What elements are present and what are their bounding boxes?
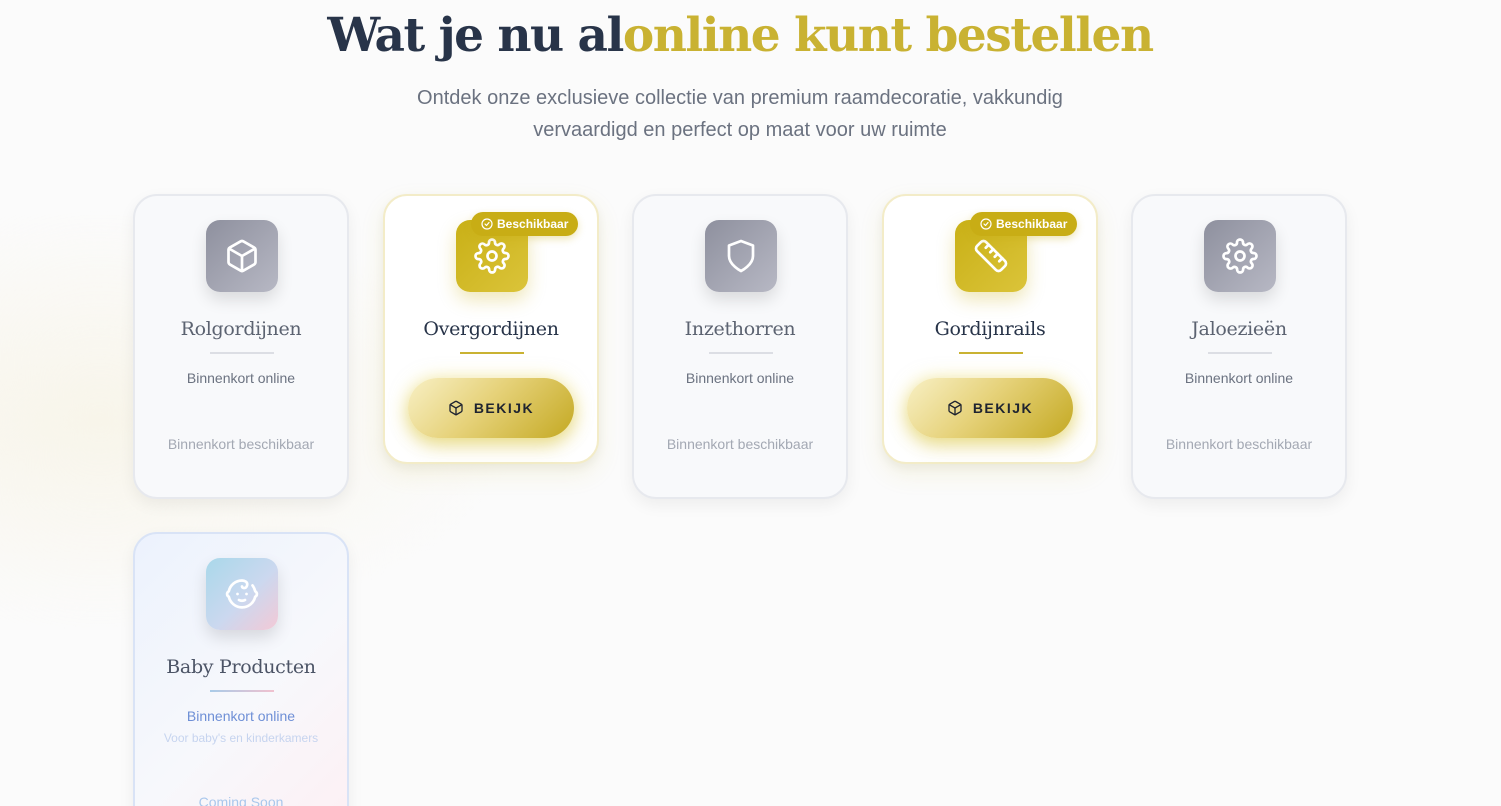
product-status: Binnenkort online bbox=[1184, 370, 1294, 386]
button-label: BEKIJK bbox=[473, 400, 535, 416]
product-title: Overgordijnen bbox=[423, 318, 559, 340]
page-title: Wat je nu alonline kunt bestellen bbox=[0, 6, 1480, 66]
package-icon bbox=[449, 400, 463, 416]
title-underline bbox=[210, 352, 274, 354]
page-title-part2: online kunt bestellen bbox=[622, 8, 1154, 63]
product-status: Binnenkort online bbox=[186, 708, 296, 724]
product-title: Gordijnrails bbox=[934, 318, 1046, 340]
title-underline bbox=[959, 352, 1023, 354]
product-title: Inzethorren bbox=[684, 318, 796, 340]
product-card-overgordijnen: Beschikbaar Overgordijnen BEKIJK bbox=[383, 194, 599, 464]
button-label: BEKIJK bbox=[972, 400, 1034, 416]
product-card-rolgordijnen: Rolgordijnen Binnenkort online Binnenkor… bbox=[133, 194, 349, 499]
title-underline bbox=[210, 690, 274, 692]
title-underline bbox=[460, 352, 524, 354]
check-circle-icon bbox=[481, 218, 493, 230]
box-icon bbox=[206, 220, 278, 292]
title-underline bbox=[1208, 352, 1272, 354]
availability-note: Binnenkort beschikbaar bbox=[666, 436, 814, 452]
baby-icon bbox=[206, 558, 278, 630]
product-title: Rolgordijnen bbox=[180, 318, 302, 340]
product-card-inzethorren: Inzethorren Binnenkort online Binnenkort… bbox=[632, 194, 848, 499]
availability-note: Binnenkort beschikbaar bbox=[1165, 436, 1313, 452]
availability-badge: Beschikbaar bbox=[471, 212, 579, 236]
product-title: Baby Producten bbox=[166, 656, 316, 678]
badge-label: Beschikbaar bbox=[996, 217, 1068, 231]
product-description: Voor baby's en kinderkamers bbox=[163, 731, 319, 745]
bekijk-button[interactable]: BEKIJK bbox=[907, 378, 1073, 438]
product-status: Binnenkort online bbox=[186, 370, 296, 386]
product-title: Jaloezieën bbox=[1191, 318, 1287, 340]
page-subtitle: Ontdek onze exclusieve collectie van pre… bbox=[417, 87, 1063, 141]
check-circle-icon bbox=[980, 218, 992, 230]
product-card-jaloezieen: Jaloezieën Binnenkort online Binnenkort … bbox=[1131, 194, 1347, 499]
gear-icon bbox=[1204, 220, 1276, 292]
product-status: Binnenkort online bbox=[685, 370, 795, 386]
bekijk-button[interactable]: BEKIJK bbox=[408, 378, 574, 438]
availability-note: Coming Soon bbox=[198, 794, 284, 806]
shield-icon bbox=[705, 220, 777, 292]
availability-note: Binnenkort beschikbaar bbox=[167, 436, 315, 452]
availability-badge: Beschikbaar bbox=[970, 212, 1078, 236]
package-icon bbox=[948, 400, 962, 416]
product-card-baby-producten: Baby Producten Binnenkort online Voor ba… bbox=[133, 532, 349, 806]
product-card-gordijnrails: Beschikbaar Gordijnrails BEKIJK bbox=[882, 194, 1098, 464]
title-underline bbox=[709, 352, 773, 354]
badge-label: Beschikbaar bbox=[497, 217, 569, 231]
page-title-part1: Wat je nu al bbox=[327, 8, 624, 63]
